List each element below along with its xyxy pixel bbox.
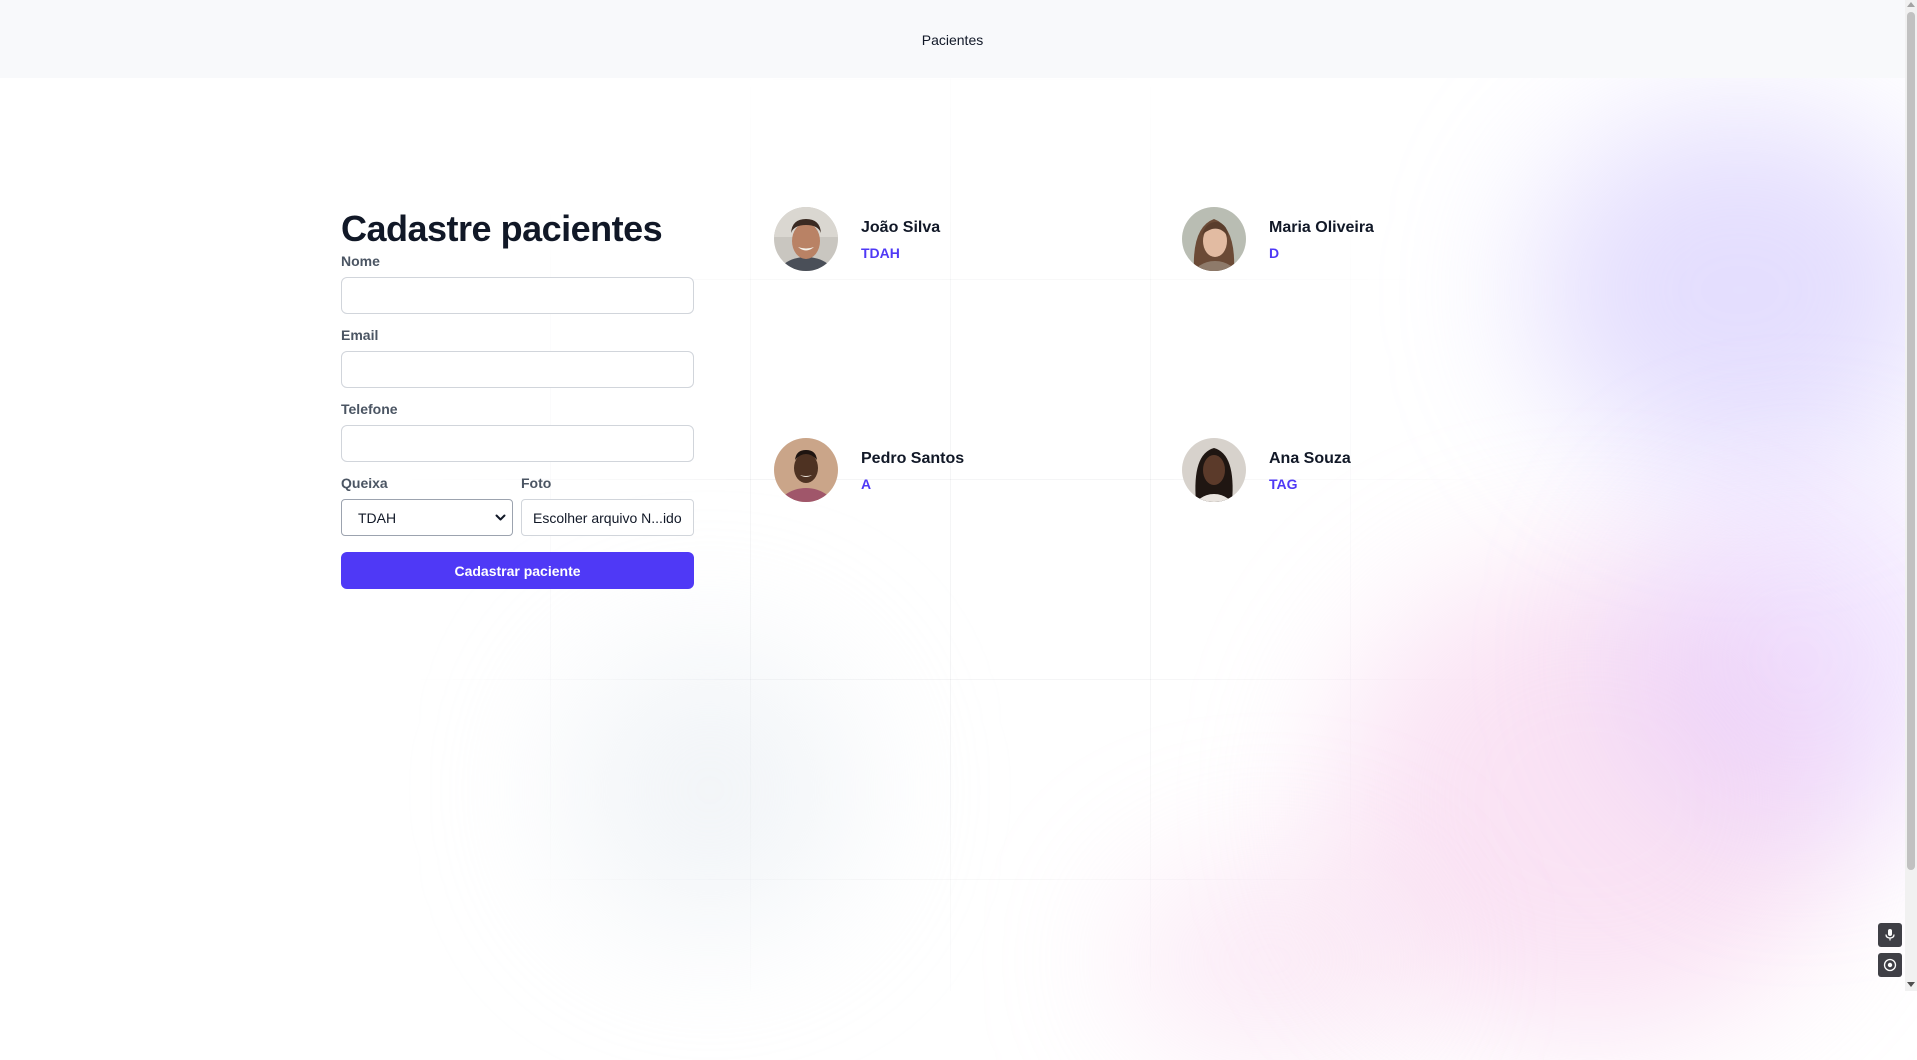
nav-link-pacientes[interactable]: Pacientes: [922, 32, 983, 48]
scroll-down-icon[interactable]: [1907, 982, 1915, 987]
background-glow: [1120, 860, 1420, 1060]
background-glow: [1530, 110, 1917, 470]
avatar: [1182, 438, 1246, 502]
photo-file-input[interactable]: Escolher arquivo N...ido: [521, 499, 694, 536]
patient-complaint: TAG: [1269, 476, 1298, 492]
patient-name: Maria Oliveira: [1269, 219, 1374, 236]
microphone-icon: [1885, 929, 1895, 941]
patient-card[interactable]: Pedro Santos A: [774, 438, 964, 502]
top-navigation-bar: Pacientes: [0, 0, 1905, 78]
patient-complaint: D: [1269, 245, 1280, 261]
phone-label: Telefone: [341, 401, 398, 417]
complaint-selected-value: TDAH: [358, 509, 397, 526]
name-label: Nome: [341, 253, 380, 269]
record-button[interactable]: [1878, 953, 1902, 977]
background-grid: [0, 78, 1905, 991]
photo-label: Foto: [521, 475, 552, 491]
complaint-photo-row: Queixa TDAH Foto Escolher arquivo N...id…: [341, 475, 694, 536]
page-title: Cadastre pacientes: [341, 208, 663, 249]
record-icon: [1883, 958, 1897, 972]
complaint-field: Queixa TDAH: [341, 475, 513, 536]
avatar: [1182, 207, 1246, 271]
scroll-up-icon[interactable]: [1907, 2, 1915, 7]
photo-field: Foto Escolher arquivo N...ido: [521, 475, 694, 536]
complaint-label: Queixa: [341, 475, 388, 491]
name-input[interactable]: [341, 277, 694, 314]
patient-card[interactable]: João Silva TDAH: [774, 207, 940, 271]
background-glow: [1330, 560, 1850, 1040]
microphone-button[interactable]: [1878, 923, 1902, 947]
patient-complaint: A: [861, 476, 872, 492]
patient-name: Pedro Santos: [861, 450, 965, 467]
patient-complaint: TDAH: [861, 245, 900, 261]
patient-registration-form: Cadastre pacientes Nome Email Telefone Q…: [341, 205, 694, 589]
patient-name: Ana Souza: [1269, 450, 1351, 467]
patient-card[interactable]: Ana Souza TAG: [1182, 438, 1351, 502]
background-glow: [1620, 480, 1917, 840]
avatar: [774, 438, 838, 502]
avatar: [774, 207, 838, 271]
email-input[interactable]: [341, 351, 694, 388]
patient-name: João Silva: [861, 219, 941, 236]
email-label: Email: [341, 327, 379, 343]
vertical-scrollbar[interactable]: [1905, 0, 1917, 991]
complaint-select[interactable]: TDAH: [341, 499, 513, 536]
submit-patient-button[interactable]: Cadastrar paciente: [341, 552, 694, 589]
background-glow: [560, 640, 860, 940]
scroll-thumb[interactable]: [1907, 12, 1915, 870]
phone-input[interactable]: [341, 425, 694, 462]
patient-card[interactable]: Maria Oliveira D: [1182, 207, 1374, 271]
chevron-down-icon: [495, 514, 506, 521]
